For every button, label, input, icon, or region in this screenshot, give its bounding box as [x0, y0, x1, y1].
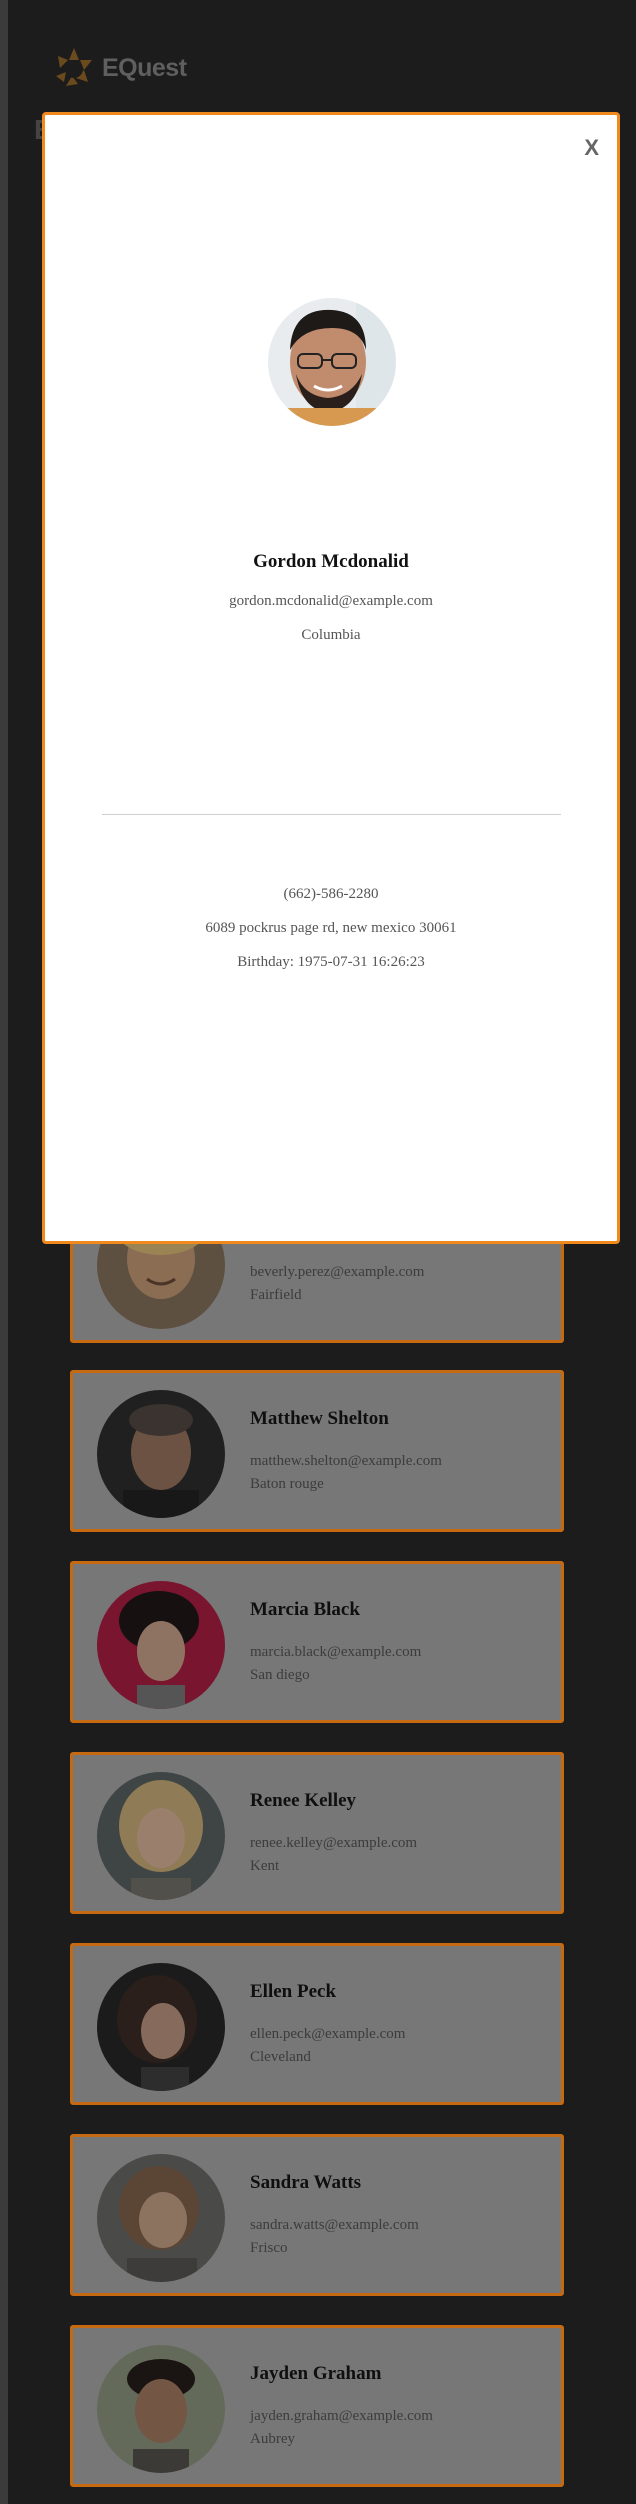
- user-email: sandra.watts@example.com: [250, 2217, 419, 2233]
- user-card[interactable]: Renee Kelley renee.kelley@example.com Ke…: [70, 1752, 564, 1914]
- user-city: Aubrey: [250, 2431, 295, 2447]
- user-card[interactable]: Marcia Black marcia.black@example.com Sa…: [70, 1561, 564, 1723]
- modal-user-city: Columbia: [301, 627, 361, 643]
- user-city: Baton rouge: [250, 1476, 324, 1492]
- user-email: jayden.graham@example.com: [250, 2408, 433, 2424]
- user-name: Marcia Black: [250, 1599, 360, 1620]
- user-detail-modal: X Gordon Mcdonalid gordon.mcdonalid@exam…: [42, 112, 620, 1244]
- user-name: Ellen Peck: [250, 1981, 337, 2002]
- user-card[interactable]: Ellen Peck ellen.peck@example.com Clevel…: [70, 1943, 564, 2105]
- logo-icon: [56, 48, 92, 86]
- modal-user-address: 6089 pockrus page rd, new mexico 30061: [205, 920, 457, 936]
- modal-user-email: gordon.mcdonalid@example.com: [229, 593, 433, 609]
- user-name: Sandra Watts: [250, 2172, 362, 2193]
- avatar: [97, 2154, 225, 2282]
- user-email: marcia.black@example.com: [250, 1644, 422, 1660]
- modal-user-birthday: Birthday: 1975-07-31 16:26:23: [237, 954, 425, 970]
- brand-logo[interactable]: EQuest: [52, 46, 187, 90]
- user-name: Jayden Graham: [250, 2363, 382, 2384]
- modal-user-name: Gordon Mcdonalid: [253, 551, 409, 572]
- user-name: Matthew Shelton: [250, 1408, 389, 1429]
- avatar: [97, 1390, 225, 1518]
- user-name: Renee Kelley: [250, 1790, 357, 1811]
- user-city: Kent: [250, 1858, 280, 1874]
- user-email: ellen.peck@example.com: [250, 2026, 406, 2042]
- user-city: Cleveland: [250, 2049, 311, 2065]
- user-card[interactable]: Matthew Shelton matthew.shelton@example.…: [70, 1370, 564, 1532]
- user-city: San diego: [250, 1667, 310, 1683]
- user-city: Fairfield: [250, 1287, 302, 1303]
- avatar: [97, 1772, 225, 1900]
- avatar: [97, 2345, 225, 2473]
- modal-user-phone: (662)-586-2280: [283, 886, 379, 902]
- modal-avatar: [268, 298, 396, 426]
- avatar: [97, 1963, 225, 2091]
- brand-name: EQuest: [102, 53, 187, 82]
- user-card[interactable]: Jayden Graham jayden.graham@example.com …: [70, 2325, 564, 2487]
- user-email: beverly.perez@example.com: [250, 1264, 425, 1280]
- divider: [102, 814, 561, 815]
- close-button[interactable]: X: [584, 135, 599, 161]
- avatar: [97, 1581, 225, 1709]
- user-city: Frisco: [250, 2240, 288, 2256]
- user-card[interactable]: Sandra Watts sandra.watts@example.com Fr…: [70, 2134, 564, 2296]
- user-email: renee.kelley@example.com: [250, 1835, 418, 1851]
- user-email: matthew.shelton@example.com: [250, 1453, 442, 1469]
